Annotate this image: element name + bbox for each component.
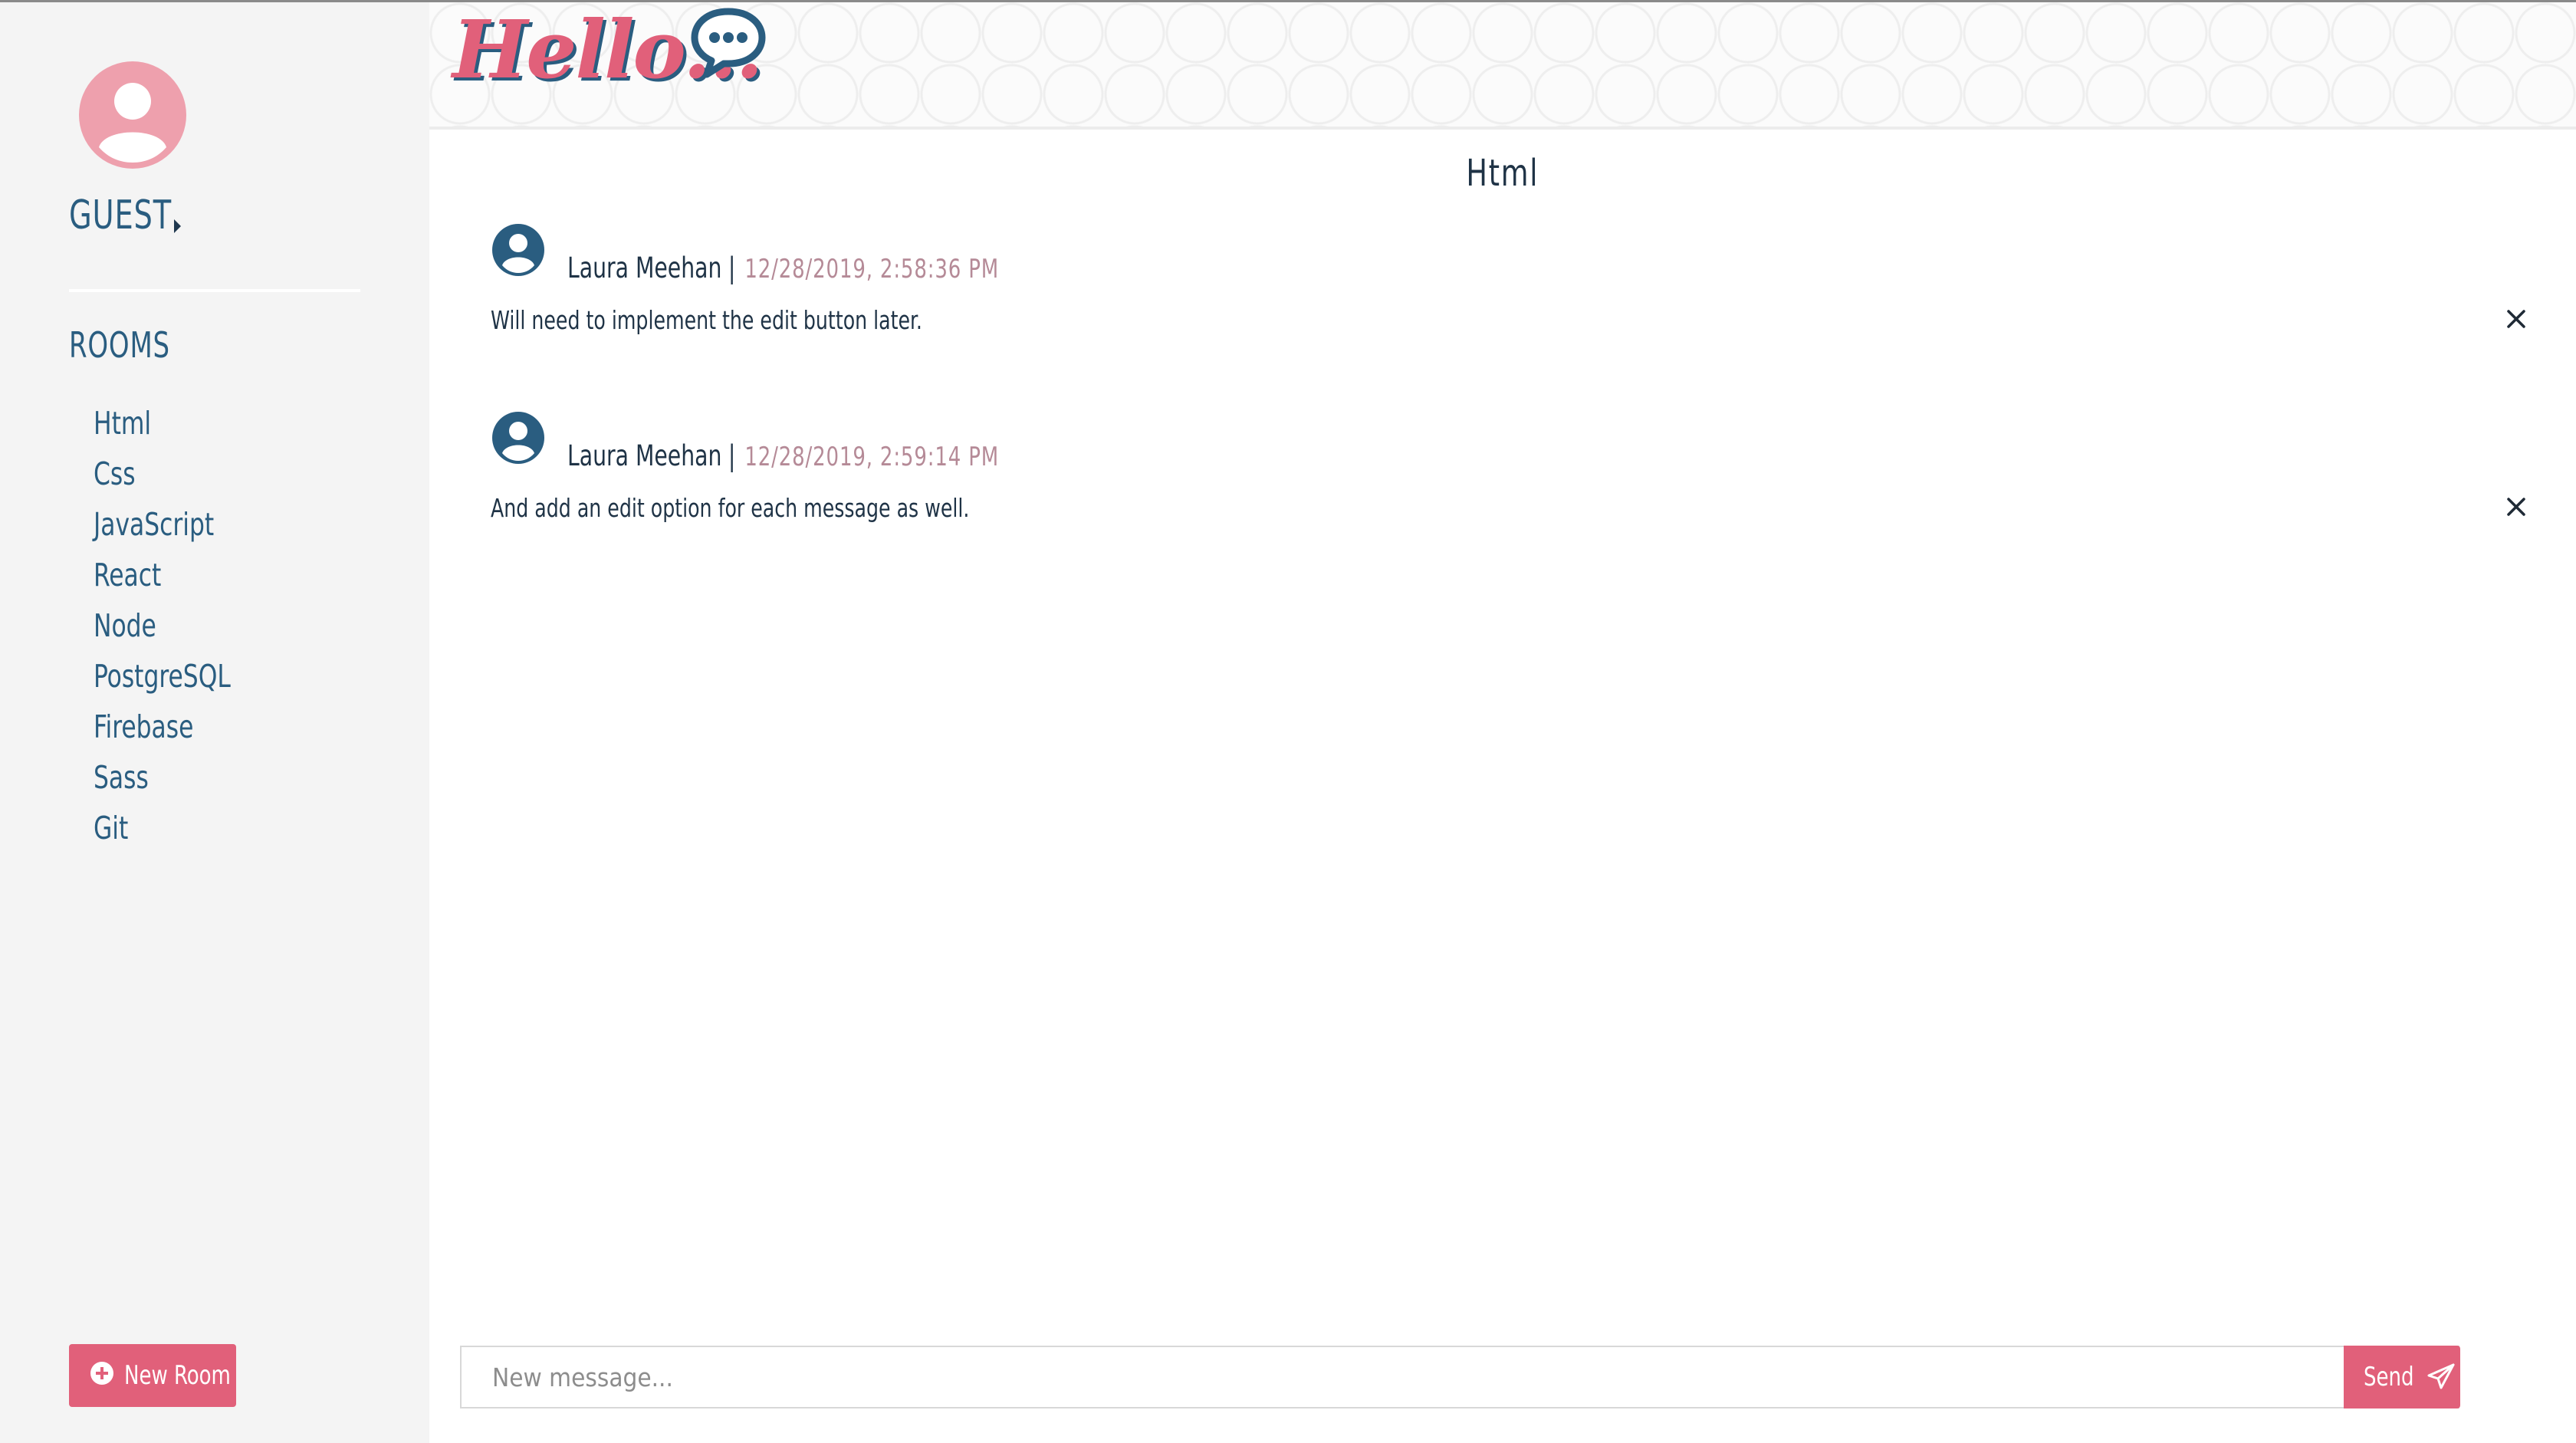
chat-bubble-dots-icon <box>691 8 766 78</box>
user-circle-icon <box>492 224 544 276</box>
room-item-react[interactable]: React <box>94 550 231 600</box>
caret-right-icon[interactable] <box>174 219 181 233</box>
room-item-javascript[interactable]: JavaScript <box>94 499 231 550</box>
new-room-button[interactable]: New Room <box>69 1344 236 1407</box>
paper-plane-icon <box>2427 1363 2455 1389</box>
message-timestamp: 12/28/2019, 2:59:14 PM <box>744 442 1000 472</box>
user-avatar-icon[interactable] <box>79 61 186 169</box>
room-list: Html Css JavaScript React Node PostgreSQ… <box>94 398 255 853</box>
sidebar: GUEST ROOMS Html Css JavaScript React No… <box>0 2 429 1443</box>
message-meta: Laura Meehan | 12/28/2019, 2:58:36 PM <box>567 251 999 284</box>
message-item: Laura Meehan | 12/28/2019, 2:59:14 PM An… <box>491 410 2530 564</box>
room-title-text: Html <box>1466 152 1539 195</box>
room-item-git[interactable]: Git <box>94 803 231 853</box>
message-meta: Laura Meehan | 12/28/2019, 2:59:14 PM <box>567 439 999 472</box>
message-author: Laura Meehan <box>567 251 722 284</box>
close-icon[interactable] <box>2502 493 2530 521</box>
message-separator: | <box>728 439 736 472</box>
new-room-label: New Room <box>124 1360 231 1391</box>
room-title: Html <box>429 152 2576 195</box>
sidebar-divider <box>69 289 360 292</box>
message-composer <box>460 1346 2459 1408</box>
message-author: Laura Meehan <box>567 439 722 472</box>
room-item-sass[interactable]: Sass <box>94 752 231 803</box>
send-label: Send <box>2364 1362 2414 1392</box>
message-text: And add an edit option for each message … <box>491 493 970 523</box>
room-item-firebase[interactable]: Firebase <box>94 702 231 752</box>
room-item-css[interactable]: Css <box>94 449 231 499</box>
user-name: GUEST <box>69 192 172 238</box>
room-item-html[interactable]: Html <box>94 398 231 449</box>
new-message-input[interactable] <box>462 1347 2459 1407</box>
message-separator: | <box>728 251 736 284</box>
message-item: Laura Meehan | 12/28/2019, 2:58:36 PM Wi… <box>491 222 2530 376</box>
message-timestamp: 12/28/2019, 2:58:36 PM <box>744 254 1000 284</box>
room-item-node[interactable]: Node <box>94 600 231 651</box>
close-icon[interactable] <box>2502 305 2530 333</box>
send-button[interactable]: Send <box>2344 1346 2460 1408</box>
room-item-postgresql[interactable]: PostgreSQL <box>94 651 231 702</box>
user-circle-icon <box>492 412 544 464</box>
rooms-heading: ROOMS <box>69 324 170 366</box>
message-text: Will need to implement the edit button l… <box>491 305 922 335</box>
plus-circle-icon <box>90 1362 113 1385</box>
app-header: Hello... <box>429 2 2576 130</box>
